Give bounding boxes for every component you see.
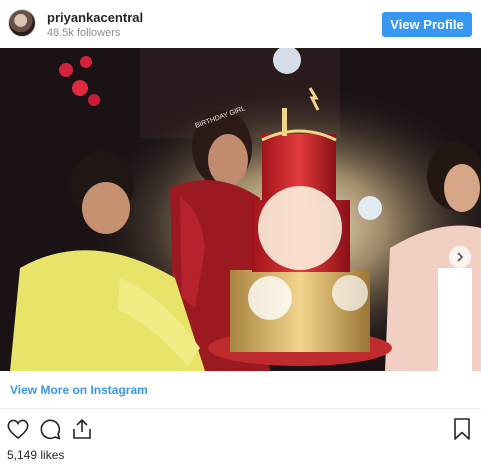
- view-profile-button[interactable]: View Profile: [382, 12, 472, 37]
- carousel-next-button[interactable]: [449, 246, 471, 268]
- post-photo[interactable]: BIRTHDAY GIRL: [0, 48, 481, 371]
- like-count[interactable]: 5,149 likes: [7, 448, 64, 462]
- username[interactable]: priyankacentral: [47, 10, 143, 25]
- divider: [0, 408, 481, 409]
- share-icon[interactable]: [69, 416, 95, 442]
- party-scene-image: BIRTHDAY GIRL: [0, 48, 481, 371]
- heart-icon[interactable]: [5, 416, 31, 442]
- avatar[interactable]: [8, 9, 36, 37]
- comment-icon[interactable]: [37, 416, 63, 442]
- follower-count: 48.5k followers: [47, 27, 121, 39]
- post-header: priyankacentral 48.5k followers View Pro…: [0, 0, 481, 48]
- bookmark-icon[interactable]: [449, 416, 475, 442]
- chevron-right-icon: [457, 252, 464, 262]
- view-more-link[interactable]: View More on Instagram: [10, 383, 148, 397]
